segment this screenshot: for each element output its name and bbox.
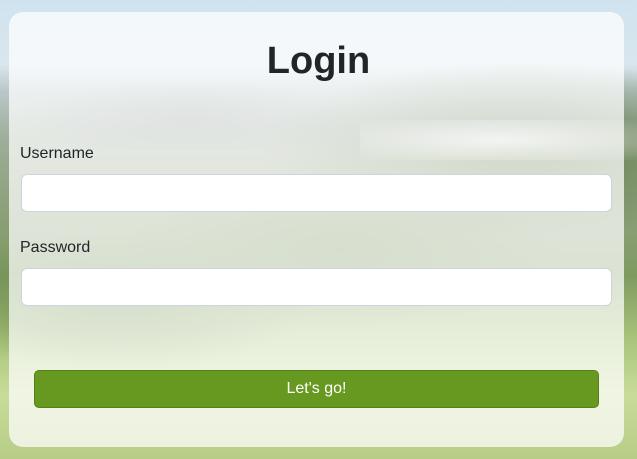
username-label: Username xyxy=(20,145,94,162)
password-label: Password xyxy=(20,239,91,256)
username-input[interactable] xyxy=(21,174,612,212)
page-title: Login xyxy=(266,40,371,82)
password-input[interactable] xyxy=(21,268,612,306)
submit-button[interactable]: Let's go! xyxy=(34,370,599,408)
